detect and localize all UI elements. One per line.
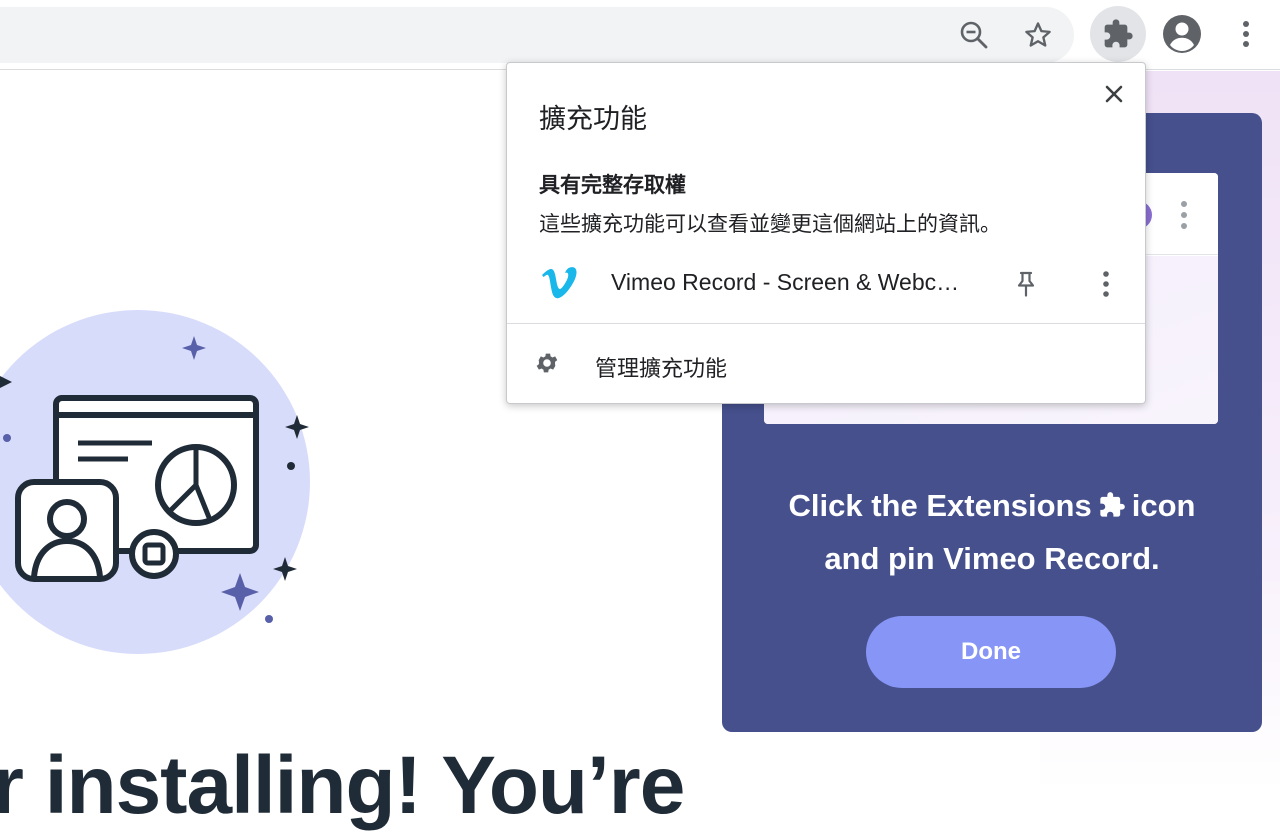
extensions-puzzle-icon[interactable]	[1090, 6, 1146, 62]
full-access-description: 這些擴充功能可以查看並變更這個網站上的資訊。	[539, 212, 1001, 236]
extension-row-vimeo-record[interactable]: Vimeo Record - Screen & Webcam Recorder	[507, 253, 1145, 317]
address-bar[interactable]	[0, 7, 1074, 63]
instruction-text: Click the Extensions icon and pin Vimeo R…	[722, 481, 1262, 584]
instruction-line-1-end: icon	[1131, 488, 1196, 523]
zoom-out-icon[interactable]	[954, 15, 994, 55]
instruction-line-1-start: Click the Extensions	[788, 488, 1092, 523]
puzzle-icon	[1098, 484, 1126, 534]
manage-extensions-item[interactable]: 管理擴充功能	[507, 325, 1145, 403]
popup-divider	[507, 323, 1145, 324]
manage-extensions-label: 管理擴充功能	[595, 357, 728, 382]
bookmark-star-icon[interactable]	[1018, 15, 1058, 55]
instruction-line-2: and pin Vimeo Record.	[824, 541, 1160, 576]
profile-avatar-icon[interactable]	[1160, 12, 1204, 56]
extension-name: Vimeo Record - Screen & Webcam Recorder	[611, 269, 961, 295]
browser-menu-icon[interactable]	[1228, 14, 1264, 54]
pin-icon[interactable]	[1007, 265, 1045, 303]
instruction-line-1: Click the Extensions icon	[722, 481, 1262, 534]
done-button[interactable]: Done	[866, 616, 1116, 688]
page-headline: r installing! You’re	[0, 740, 685, 831]
popup-title: 擴充功能	[539, 104, 647, 135]
gear-icon	[531, 347, 563, 379]
close-icon[interactable]	[1097, 77, 1131, 111]
extensions-popup: 擴充功能 具有完整存取權 這些擴充功能可以查看並變更這個網站上的資訊。 Vime…	[506, 62, 1146, 404]
browser-toolbar	[0, 0, 1280, 70]
more-vert-icon[interactable]	[1087, 265, 1125, 303]
full-access-heading: 具有完整存取權	[539, 173, 686, 197]
recording-illustration	[0, 301, 320, 661]
mock-more-vert-icon	[1174, 197, 1194, 233]
vimeo-logo-icon	[537, 261, 581, 305]
